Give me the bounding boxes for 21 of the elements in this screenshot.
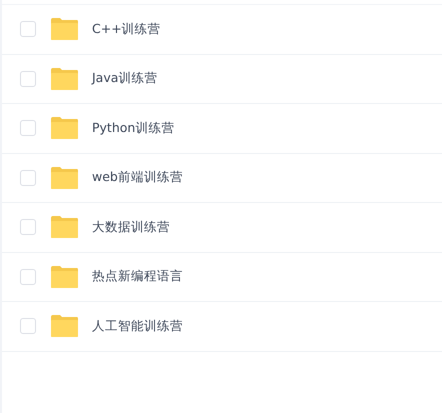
checkbox[interactable] xyxy=(20,268,36,285)
folder-icon xyxy=(50,215,79,240)
checkbox[interactable] xyxy=(20,21,36,38)
folder-icon xyxy=(50,264,79,289)
folder-icon xyxy=(50,17,79,42)
folder-name[interactable]: web前端训练营 xyxy=(92,168,183,188)
checkbox[interactable] xyxy=(20,318,36,334)
folder-name[interactable]: 人工智能训练营 xyxy=(92,316,183,336)
folder-name[interactable]: Java训练营 xyxy=(92,69,158,88)
folder-name[interactable]: C++训练营 xyxy=(92,20,161,39)
checkbox[interactable] xyxy=(20,120,36,136)
folder-icon xyxy=(50,66,79,91)
folder-name[interactable]: 热点新编程语言 xyxy=(92,267,183,286)
folder-icon xyxy=(50,116,79,140)
folder-icon xyxy=(50,166,79,190)
folder-name[interactable]: 大数据训练营 xyxy=(92,218,170,237)
folder-name[interactable]: Python训练营 xyxy=(92,118,174,138)
folder-icon xyxy=(50,314,79,338)
checkbox[interactable] xyxy=(20,170,36,186)
checkbox[interactable] xyxy=(20,219,36,236)
checkbox[interactable] xyxy=(20,70,36,87)
